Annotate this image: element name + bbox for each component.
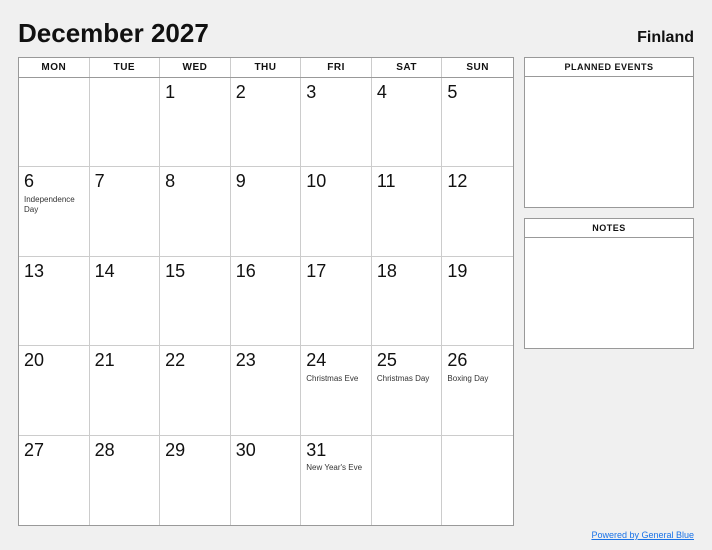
calendar-cell — [442, 436, 513, 525]
day-headers-row: MONTUEWEDTHUFRISATSUN — [19, 58, 513, 78]
event-label: Boxing Day — [447, 374, 488, 384]
sidebar: PLANNED EVENTS NOTES — [524, 57, 694, 526]
calendar-cell: 20 — [19, 346, 90, 435]
calendar-grid-section: MONTUEWEDTHUFRISATSUN 123456Independence… — [18, 57, 514, 526]
calendar-cell: 9 — [231, 167, 302, 256]
day-header: FRI — [301, 58, 372, 77]
calendar-cell: 1 — [160, 78, 231, 167]
calendar-cell: 15 — [160, 257, 231, 346]
calendar-cell: 21 — [90, 346, 161, 435]
calendar-cell: 29 — [160, 436, 231, 525]
day-number: 7 — [95, 171, 105, 193]
day-number: 12 — [447, 171, 467, 193]
calendar-cell: 28 — [90, 436, 161, 525]
notes-content — [525, 238, 693, 348]
day-number: 21 — [95, 350, 115, 372]
calendar-cell: 19 — [442, 257, 513, 346]
notes-box: NOTES — [524, 218, 694, 349]
calendar-page: December 2027 Finland MONTUEWEDTHUFRISAT… — [0, 0, 712, 550]
day-number: 23 — [236, 350, 256, 372]
calendar-cell: 26 Boxing Day — [442, 346, 513, 435]
event-label: Christmas Eve — [306, 374, 358, 384]
day-number: 9 — [236, 171, 246, 193]
day-header: WED — [160, 58, 231, 77]
day-number: 26 — [447, 350, 467, 372]
day-number: 18 — [377, 261, 397, 283]
planned-events-content — [525, 77, 693, 207]
event-label: Independence Day — [24, 195, 84, 216]
footer: Powered by General Blue — [18, 526, 694, 540]
day-number: 31 — [306, 440, 326, 462]
day-number: 13 — [24, 261, 44, 283]
day-number: 2 — [236, 82, 246, 104]
calendar-cell — [19, 78, 90, 167]
event-label: Christmas Day — [377, 374, 429, 384]
day-header: MON — [19, 58, 90, 77]
day-header: THU — [231, 58, 302, 77]
day-number: 28 — [95, 440, 115, 462]
day-header: TUE — [90, 58, 161, 77]
calendar-cell: 30 — [231, 436, 302, 525]
main-area: MONTUEWEDTHUFRISATSUN 123456Independence… — [18, 57, 694, 526]
day-number: 27 — [24, 440, 44, 462]
day-number: 30 — [236, 440, 256, 462]
powered-by-link[interactable]: Powered by General Blue — [591, 530, 694, 540]
calendar-cell: 5 — [442, 78, 513, 167]
country-label: Finland — [637, 29, 694, 47]
calendar-cell: 4 — [372, 78, 443, 167]
day-number: 8 — [165, 171, 175, 193]
event-label: New Year's Eve — [306, 463, 362, 473]
calendar-grid: 123456Independence Day789101112131415161… — [19, 78, 513, 525]
calendar-cell: 22 — [160, 346, 231, 435]
calendar-cell: 24 Christmas Eve — [301, 346, 372, 435]
calendar-cell — [90, 78, 161, 167]
calendar-cell: 3 — [301, 78, 372, 167]
calendar-cell: 7 — [90, 167, 161, 256]
day-number: 29 — [165, 440, 185, 462]
notes-header: NOTES — [525, 219, 693, 238]
calendar-cell: 31New Year's Eve — [301, 436, 372, 525]
header: December 2027 Finland — [18, 18, 694, 49]
calendar-cell: 10 — [301, 167, 372, 256]
day-number: 16 — [236, 261, 256, 283]
day-number: 25 — [377, 350, 397, 372]
day-number: 1 — [165, 82, 175, 104]
day-header: SAT — [372, 58, 443, 77]
day-number: 3 — [306, 82, 316, 104]
calendar-cell: 14 — [90, 257, 161, 346]
planned-events-box: PLANNED EVENTS — [524, 57, 694, 208]
calendar-cell: 23 — [231, 346, 302, 435]
day-number: 15 — [165, 261, 185, 283]
calendar-cell: 6Independence Day — [19, 167, 90, 256]
calendar-title: December 2027 — [18, 18, 209, 49]
calendar-cell: 13 — [19, 257, 90, 346]
day-number: 17 — [306, 261, 326, 283]
calendar-cell — [372, 436, 443, 525]
day-number: 6 — [24, 171, 34, 193]
day-number: 24 — [306, 350, 326, 372]
calendar-cell: 8 — [160, 167, 231, 256]
day-number: 20 — [24, 350, 44, 372]
calendar-cell: 11 — [372, 167, 443, 256]
calendar-cell: 18 — [372, 257, 443, 346]
day-number: 10 — [306, 171, 326, 193]
day-number: 11 — [377, 171, 396, 193]
day-number: 5 — [447, 82, 457, 104]
calendar-cell: 25 Christmas Day — [372, 346, 443, 435]
day-number: 22 — [165, 350, 185, 372]
day-header: SUN — [442, 58, 513, 77]
calendar-cell: 27 — [19, 436, 90, 525]
calendar-cell: 16 — [231, 257, 302, 346]
day-number: 4 — [377, 82, 387, 104]
calendar-cell: 17 — [301, 257, 372, 346]
calendar-cell: 2 — [231, 78, 302, 167]
day-number: 14 — [95, 261, 115, 283]
planned-events-header: PLANNED EVENTS — [525, 58, 693, 77]
calendar-cell: 12 — [442, 167, 513, 256]
day-number: 19 — [447, 261, 467, 283]
